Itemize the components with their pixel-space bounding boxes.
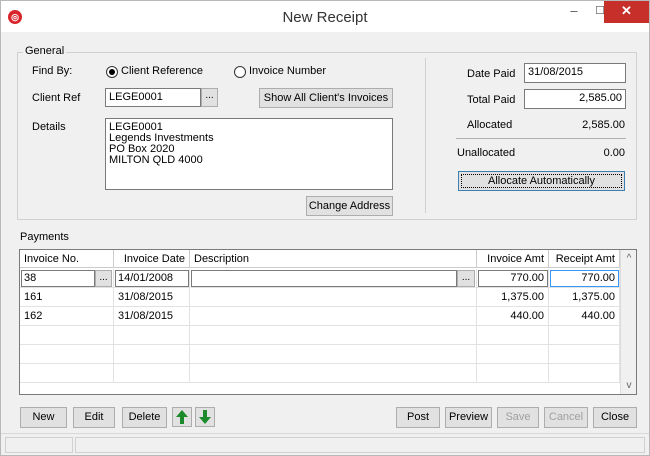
up-arrow-icon <box>176 410 188 424</box>
general-group-label: General <box>23 45 67 57</box>
invoice-date-cell[interactable]: 31/08/2015 <box>114 288 190 307</box>
receipt-amt-input[interactable]: 770.00 <box>550 270 619 287</box>
table-row[interactable]: 162 31/08/2015 440.00 440.00 <box>20 307 620 326</box>
table-row[interactable]: 161 31/08/2015 1,375.00 1,375.00 <box>20 288 620 307</box>
receipt-amt-cell[interactable]: 440.00 <box>549 307 620 326</box>
status-segment <box>75 437 645 453</box>
invoice-date-cell[interactable]: 14/01/2008 <box>114 269 190 288</box>
invoice-no-cell[interactable]: 161 <box>20 288 114 307</box>
move-up-button[interactable] <box>172 407 192 427</box>
move-down-button[interactable] <box>195 407 215 427</box>
close-button[interactable]: Close <box>593 407 637 428</box>
new-button[interactable]: New <box>20 407 67 428</box>
empty-cell <box>477 326 549 345</box>
details-line: MILTON QLD 4000 <box>109 154 203 166</box>
description-input[interactable] <box>191 270 457 287</box>
down-arrow-icon <box>199 410 211 424</box>
invoice-lookup-button[interactable]: ... <box>95 270 112 287</box>
change-address-button[interactable]: Change Address <box>306 196 393 216</box>
payments-label: Payments <box>20 231 69 243</box>
column-header-invoice-date[interactable]: Invoice Date <box>114 250 190 268</box>
scroll-up-icon[interactable]: ^ <box>621 250 636 267</box>
cancel-button[interactable]: Cancel <box>544 407 588 428</box>
client-ref-label: Client Ref <box>32 92 81 104</box>
date-paid-input[interactable]: 31/08/2015 <box>524 63 626 83</box>
invoice-date-cell[interactable]: 31/08/2015 <box>114 307 190 326</box>
status-bar <box>1 433 649 455</box>
empty-cell <box>20 345 114 364</box>
allocated-label: Allocated <box>467 119 513 131</box>
empty-cell <box>114 345 190 364</box>
description-cell[interactable] <box>190 307 477 326</box>
empty-cell <box>20 326 114 345</box>
client-lookup-button[interactable]: ... <box>201 88 218 107</box>
empty-cell <box>190 326 477 345</box>
empty-cell <box>20 364 114 383</box>
empty-cell <box>114 326 190 345</box>
client-ref-input[interactable]: LEGE0001 <box>105 88 201 107</box>
empty-cell <box>477 364 549 383</box>
empty-row[interactable] <box>20 345 620 364</box>
invoice-amt-cell[interactable]: 1,375.00 <box>477 288 549 307</box>
invoice-number-radio-label[interactable]: Invoice Number <box>249 65 326 77</box>
empty-cell <box>549 364 620 383</box>
show-all-invoices-button[interactable]: Show All Client's Invoices <box>259 88 393 108</box>
delete-button[interactable]: Delete <box>122 407 167 428</box>
status-segment <box>5 437 73 453</box>
table-row[interactable]: 38 ... 14/01/2008 ... 770.00 770.00 <box>20 269 620 288</box>
allocated-value: 2,585.00 <box>582 119 625 131</box>
details-textarea[interactable]: LEGE0001 Legends Investments PO Box 2020… <box>105 118 393 190</box>
find-by-label: Find By: <box>32 65 73 77</box>
invoice-amt-cell[interactable]: 770.00 <box>477 269 549 288</box>
invoice-date-input[interactable]: 14/01/2008 <box>115 270 189 287</box>
section-divider <box>425 58 426 213</box>
grid-header: Invoice No. Invoice Date Description Inv… <box>20 250 620 268</box>
vertical-scrollbar[interactable]: ^ v <box>620 250 636 394</box>
column-header-invoice-no[interactable]: Invoice No. <box>20 250 114 268</box>
total-paid-label: Total Paid <box>467 94 516 106</box>
date-paid-label: Date Paid <box>467 68 516 80</box>
invoice-no-cell[interactable]: 38 ... <box>20 269 114 288</box>
totals-divider <box>456 138 626 139</box>
client-reference-radio[interactable] <box>106 66 118 78</box>
invoice-amt-cell[interactable]: 440.00 <box>477 307 549 326</box>
unallocated-label: Unallocated <box>457 147 516 159</box>
description-cell[interactable] <box>190 288 477 307</box>
empty-cell <box>190 345 477 364</box>
empty-cell <box>549 345 620 364</box>
title-bar[interactable]: ◎ New Receipt – ☐ ✕ <box>1 1 649 32</box>
description-lookup-button[interactable]: ... <box>457 270 475 287</box>
empty-row[interactable] <box>20 364 620 383</box>
details-label: Details <box>32 121 66 133</box>
empty-row[interactable] <box>20 326 620 345</box>
column-header-invoice-amt[interactable]: Invoice Amt <box>477 250 549 268</box>
invoice-no-cell[interactable]: 162 <box>20 307 114 326</box>
invoice-number-radio[interactable] <box>234 66 246 78</box>
receipt-amt-cell[interactable]: 1,375.00 <box>549 288 620 307</box>
save-button[interactable]: Save <box>497 407 539 428</box>
preview-button[interactable]: Preview <box>445 407 492 428</box>
window-title: New Receipt <box>282 9 368 26</box>
empty-cell <box>549 326 620 345</box>
edit-button[interactable]: Edit <box>73 407 115 428</box>
description-cell[interactable]: ... <box>190 269 477 288</box>
column-header-description[interactable]: Description <box>190 250 477 268</box>
receipt-amt-cell[interactable]: 770.00 <box>549 269 620 288</box>
scroll-down-icon[interactable]: v <box>621 377 636 394</box>
allocate-automatically-button[interactable]: Allocate Automatically <box>458 171 625 191</box>
empty-cell <box>114 364 190 383</box>
close-window-button[interactable]: ✕ <box>604 1 649 23</box>
new-receipt-window: ◎ New Receipt – ☐ ✕ General Find By: Cli… <box>0 0 650 456</box>
total-paid-input[interactable]: 2,585.00 <box>524 89 626 109</box>
empty-cell <box>190 364 477 383</box>
column-header-receipt-amt[interactable]: Receipt Amt <box>549 250 620 268</box>
client-reference-radio-label[interactable]: Client Reference <box>121 65 203 77</box>
unallocated-value: 0.00 <box>603 147 625 159</box>
invoice-no-input[interactable]: 38 <box>21 270 95 287</box>
post-button[interactable]: Post <box>396 407 440 428</box>
empty-cell <box>477 345 549 364</box>
invoice-amt-input[interactable]: 770.00 <box>478 270 548 287</box>
payments-grid[interactable]: Invoice No. Invoice Date Description Inv… <box>19 249 637 395</box>
